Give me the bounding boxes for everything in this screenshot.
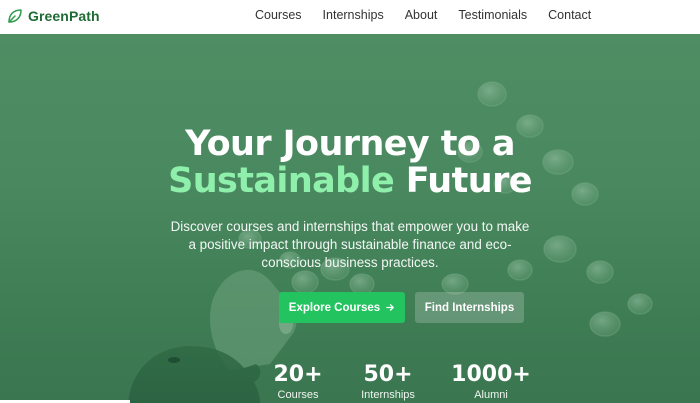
find-internships-button[interactable]: Find Internships xyxy=(415,292,524,323)
leaf-icon xyxy=(8,9,22,23)
nav-link-courses[interactable]: Courses xyxy=(255,8,302,22)
nav-link-testimonials[interactable]: Testimonials xyxy=(458,8,527,22)
hero-title-rest: Future xyxy=(405,161,533,201)
explore-courses-label: Explore Courses xyxy=(288,301,381,314)
stat-value: 20+ xyxy=(273,362,323,387)
arrow-right-icon xyxy=(386,304,395,311)
stat-alumni: 1000+ Alumni xyxy=(448,362,534,402)
stat-courses: 20+ Courses xyxy=(268,362,328,402)
hero-section: Your Journey to a Sustainable Future Dis… xyxy=(0,34,700,403)
stat-value: 50+ xyxy=(363,362,413,387)
hero-title-accent: Sustainable xyxy=(168,161,395,201)
hero-title-line1: Your Journey to a xyxy=(185,124,515,164)
nav-link-about[interactable]: About xyxy=(405,8,438,22)
hero-title: Your Journey to a Sustainable Future xyxy=(0,126,700,200)
explore-courses-button[interactable]: Explore Courses xyxy=(279,292,405,323)
nav-link-internships[interactable]: Internships xyxy=(323,8,384,22)
nav-link-contact[interactable]: Contact xyxy=(548,8,591,22)
nav-links: Courses Internships About Testimonials C… xyxy=(255,8,612,22)
brand-name: GreenPath xyxy=(28,8,100,24)
find-internships-label: Find Internships xyxy=(424,301,515,314)
stat-label: Internships xyxy=(361,389,415,401)
stat-label: Courses xyxy=(277,389,319,401)
brand-logo[interactable]: GreenPath xyxy=(6,7,100,25)
stat-label: Alumni xyxy=(474,389,508,401)
navbar: GreenPath Courses Internships About Test… xyxy=(0,0,700,34)
hero-subtitle: Discover courses and internships that em… xyxy=(170,219,530,270)
stat-value: 1000+ xyxy=(451,362,531,387)
stat-internships: 50+ Internships xyxy=(353,362,423,402)
